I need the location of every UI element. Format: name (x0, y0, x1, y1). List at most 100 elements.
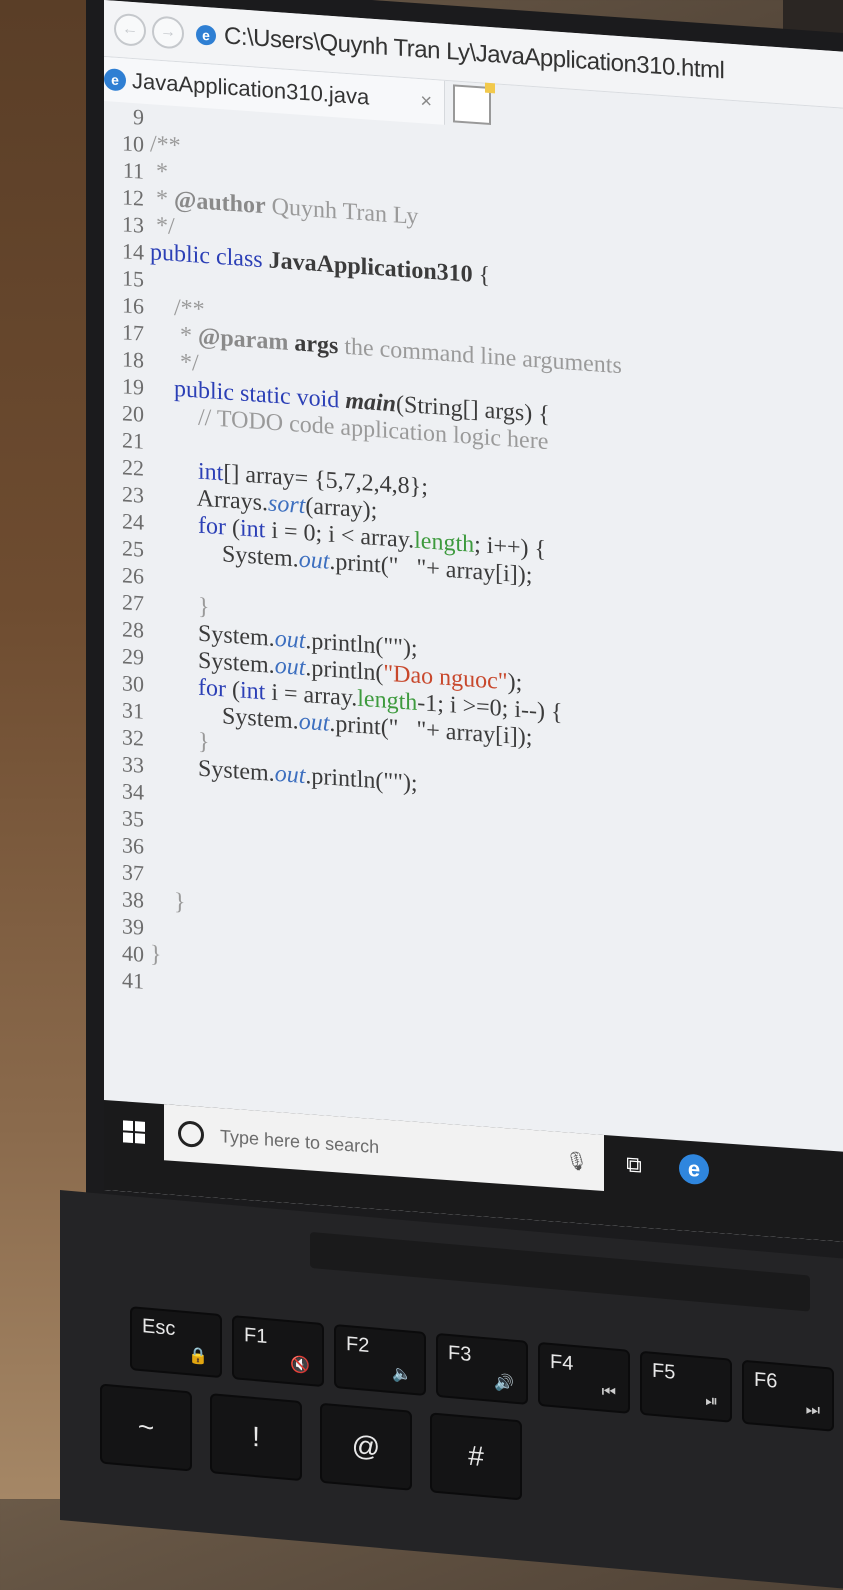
code-token: out (298, 546, 330, 575)
f1-key[interactable]: F1 🔇 (232, 1315, 324, 1388)
ie-logo-icon: e (196, 24, 216, 46)
code-token: ( (225, 514, 240, 542)
f1-label: F1 (244, 1324, 268, 1349)
code-token: { (472, 261, 491, 290)
line-number: 36 (122, 832, 144, 859)
f5-key[interactable]: F5 ⏯ (640, 1350, 732, 1423)
f6-key[interactable]: F6 ⏭ (742, 1359, 834, 1432)
line-number: 37 (122, 859, 144, 886)
edge-icon: e (679, 1153, 709, 1186)
f6-label: F6 (754, 1368, 778, 1393)
code-token: } (150, 725, 210, 756)
three-key[interactable]: # (430, 1412, 522, 1501)
cortana-icon (178, 1120, 204, 1148)
line-number: 10 (122, 130, 144, 157)
microphone-icon[interactable]: 🎙 (565, 1150, 588, 1173)
f3-key[interactable]: F3 🔊 (436, 1332, 528, 1405)
code-token: ); (507, 669, 523, 697)
previous-track-icon: ⏮ (601, 1383, 616, 1402)
code-token: } (150, 941, 162, 969)
code-token: } (150, 590, 210, 621)
code-token: int (239, 515, 266, 544)
forward-button[interactable]: → (152, 15, 184, 50)
line-number: 13 (122, 211, 144, 238)
f3-label: F3 (448, 1341, 472, 1366)
line-number: 20 (122, 400, 144, 427)
esc-label: Esc (142, 1315, 176, 1341)
taskbar-search[interactable]: Type here to search 🎙 (164, 1104, 604, 1191)
lock-icon: 🔒 (188, 1347, 208, 1366)
line-number: 14 (122, 238, 144, 265)
code-token: out (298, 708, 330, 737)
line-number: 41 (122, 967, 144, 994)
line-number: 22 (122, 454, 144, 481)
next-track-icon: ⏭ (805, 1401, 820, 1420)
hash-label: # (468, 1439, 484, 1473)
search-placeholder: Type here to search (220, 1125, 380, 1157)
line-number: 35 (122, 805, 144, 832)
tilde-label: ~ (137, 1410, 155, 1444)
code-token: length (357, 685, 418, 716)
code-token: */ (150, 212, 175, 240)
line-number: 30 (122, 670, 144, 697)
esc-key[interactable]: Esc 🔒 (130, 1306, 222, 1379)
code-token: out (274, 652, 306, 682)
code-token: sort (267, 490, 306, 520)
play-pause-icon: ⏯ (705, 1392, 718, 1411)
line-number: 23 (122, 481, 144, 508)
line-number: 28 (122, 616, 144, 643)
start-button[interactable] (104, 1100, 164, 1164)
f2-label: F2 (346, 1333, 370, 1358)
volume-up-icon: 🔊 (494, 1373, 514, 1393)
windows-logo-icon (123, 1120, 145, 1144)
code-token: length (414, 527, 475, 558)
code-token: * (150, 185, 174, 213)
tilde-key[interactable]: ~ (100, 1383, 192, 1472)
task-view-icon[interactable]: ⧉ (604, 1135, 664, 1195)
edge-button[interactable]: e (664, 1139, 724, 1199)
line-number: 21 (122, 427, 144, 454)
line-number: 32 (122, 724, 144, 751)
f2-key[interactable]: F2 🔈 (334, 1323, 426, 1397)
ie-tab-icon: e (104, 68, 126, 92)
back-button[interactable]: ← (114, 12, 146, 47)
line-number: 26 (122, 562, 144, 589)
code-token: int (239, 677, 266, 706)
code-token: */ (150, 347, 199, 377)
line-number: 25 (122, 535, 144, 562)
line-number: 40 (122, 940, 144, 967)
line-number: 11 (122, 157, 144, 184)
laptop-keyboard: Esc 🔒 F1 🔇 F2 🔈 F3 🔊 F4 ⏮ F5 ⏯ F6 ⏭ ~ ! … (60, 1190, 843, 1590)
line-number: 17 (122, 319, 144, 346)
f4-label: F4 (550, 1350, 574, 1375)
f4-key[interactable]: F4 ⏮ (538, 1341, 630, 1414)
two-key[interactable]: @ (320, 1402, 412, 1491)
line-number: 9 (133, 104, 144, 130)
code-token: args (288, 329, 339, 360)
volume-down-icon: 🔈 (392, 1365, 412, 1384)
one-label: ! (252, 1420, 260, 1453)
mute-icon: 🔇 (290, 1356, 310, 1375)
one-key[interactable]: ! (210, 1393, 302, 1482)
line-number: 19 (122, 373, 144, 400)
f5-label: F5 (652, 1359, 676, 1384)
code-token: out (274, 625, 306, 655)
code-token: } (150, 887, 186, 916)
line-number: 31 (122, 697, 144, 724)
line-number: 33 (122, 751, 144, 778)
close-tab-icon[interactable]: × (420, 90, 432, 114)
code-token: * (150, 320, 198, 350)
code-token: out (274, 760, 306, 790)
line-number: 27 (122, 589, 144, 616)
line-number: 39 (122, 913, 144, 940)
line-number: 12 (122, 184, 144, 211)
code-token: /** (150, 293, 205, 324)
line-number: 38 (122, 886, 144, 913)
line-number: 29 (122, 643, 144, 670)
code-token: main (345, 387, 396, 418)
code-token: * (150, 158, 168, 186)
laptop-screen: ← → e C:\Users\Quynh Tran Ly\JavaApplica… (104, 0, 843, 1244)
line-number: 18 (122, 346, 144, 373)
new-tab-icon[interactable] (453, 84, 491, 126)
line-number: 16 (122, 292, 144, 319)
